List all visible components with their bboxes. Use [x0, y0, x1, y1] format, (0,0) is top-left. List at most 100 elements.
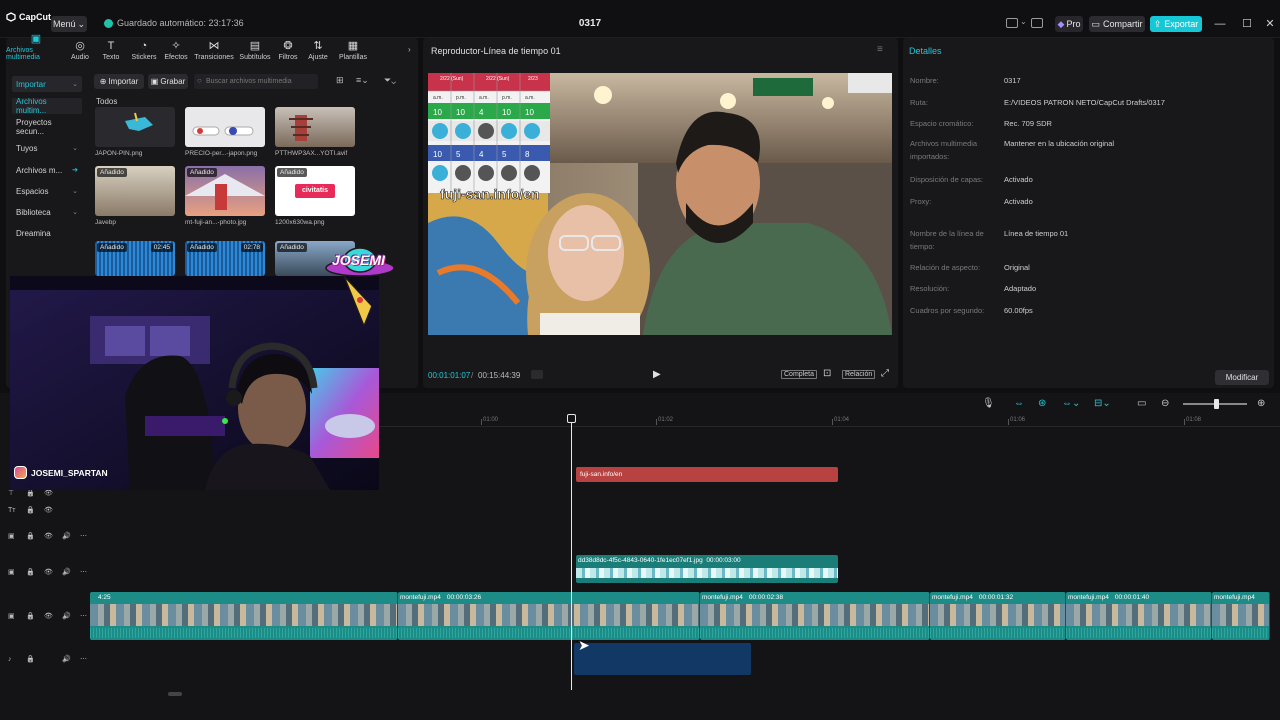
media-item[interactable]: Añadido 02:45 [95, 241, 175, 276]
full-quality-button[interactable]: Completa [781, 370, 817, 379]
lock-icon[interactable]: 🔒 [26, 506, 35, 514]
preview-axis-icon[interactable]: ⊟⌄ [1094, 398, 1111, 409]
video-clip[interactable]: montefuji.mp4 00:00:02:38 [700, 592, 930, 640]
lock-icon[interactable]: 🔒 [26, 655, 35, 663]
sort-icon[interactable]: ≡⌄ [356, 75, 369, 86]
zoom-in-icon[interactable]: ⊕ [1257, 398, 1265, 409]
tab-subtitles[interactable]: ▤ Subtítulos [236, 38, 274, 64]
track-type-icon[interactable]: ▣ [8, 568, 16, 576]
share-button[interactable]: ▭ Compartir [1089, 16, 1145, 32]
tab-effects[interactable]: ✧ Efectos [160, 38, 192, 64]
lock-icon[interactable]: 🔒 [26, 612, 35, 620]
tab-audio[interactable]: ◎ Audio [66, 38, 94, 64]
media-thumbnail[interactable] [185, 107, 265, 147]
menu-button[interactable]: Menú ⌄ [51, 16, 87, 32]
sidebar-item-4[interactable]: Archivos m... ➔ [12, 162, 82, 178]
media-thumbnail[interactable]: civitatis Añadido [275, 166, 355, 216]
lock-icon[interactable]: 🔒 [26, 532, 35, 540]
record-button[interactable]: ▣ Grabar [148, 74, 188, 89]
link-icon[interactable]: ⇔ [1014, 398, 1024, 409]
more-icon[interactable]: ⋯ [80, 655, 88, 663]
tab-transitions[interactable]: ⋈ Transiciones [192, 38, 236, 64]
tab-adjust[interactable]: ⇅ Ajuste [302, 38, 334, 64]
minimize-icon[interactable]: — [1214, 18, 1226, 30]
magnet-icon[interactable]: ⊛ [1038, 398, 1046, 409]
player-menu-icon[interactable]: ≡ [877, 44, 883, 55]
close-icon[interactable]: ✕ [1264, 18, 1276, 30]
media-thumbnail[interactable]: Añadido [95, 166, 175, 216]
track-type-icon[interactable]: ⊤ [8, 489, 16, 497]
sidebar-item-6[interactable]: Biblioteca ⌄ [12, 204, 82, 220]
media-thumbnail[interactable]: Añadido 02:78 [185, 241, 265, 276]
volume-icon[interactable]: 🔊 [62, 568, 71, 576]
more-icon[interactable]: ⋯ [80, 612, 88, 620]
media-item[interactable]: PRECIO-per...-japon.png [185, 107, 265, 157]
tab-templates[interactable]: ▦ Plantillas [334, 38, 372, 64]
sidebar-item-5[interactable]: Espacios ⌄ [12, 183, 82, 199]
video-clip[interactable]: montefuji.mp4 00:00:01:32 [930, 592, 1066, 640]
fullscreen-icon[interactable]: ⤢ [881, 368, 889, 379]
lock-icon[interactable]: 🔒 [26, 489, 35, 497]
more-icon[interactable]: ⋯ [80, 532, 88, 540]
maximize-icon[interactable]: ☐ [1241, 18, 1253, 30]
track-type-icon[interactable]: ♪ [8, 656, 16, 663]
filter-icon[interactable]: ⏷⌄ [384, 75, 396, 86]
export-button[interactable]: ⇪ Exportar [1150, 16, 1202, 32]
overlay-image-clip[interactable]: dd38d8dc-4f5c-4843-0640-1fe1ec07ef1.jpg … [576, 555, 838, 583]
media-item[interactable]: PTTHWP3AX...YOTI.avif [275, 107, 355, 157]
media-item[interactable]: JAPON-PIN.png [95, 107, 175, 157]
zoom-out-icon[interactable]: ⊖ [1161, 398, 1169, 409]
pro-button[interactable]: ◆ Pro [1055, 16, 1083, 32]
layout-icon[interactable] [1006, 18, 1018, 28]
media-thumbnail[interactable] [275, 107, 355, 147]
import-button[interactable]: ⊕ Importar [94, 74, 144, 89]
tabs-more-icon[interactable]: › [408, 45, 411, 54]
layout-chevron-icon[interactable]: ⌄ [1020, 17, 1027, 26]
shortcuts-icon[interactable] [1031, 18, 1043, 28]
sidebar-item-3[interactable]: Tuyos ⌄ [12, 140, 82, 156]
video-clip[interactable]: montefuji.mp4 00:00:01:40 [1066, 592, 1212, 640]
snap-icon[interactable]: ⇔⌄ [1062, 398, 1080, 409]
more-icon[interactable]: ⋯ [80, 568, 88, 576]
video-clip[interactable]: 4:25 [90, 592, 398, 640]
volume-icon[interactable]: 🔊 [62, 655, 71, 663]
sidebar-item-1[interactable]: Archivos multim... [12, 97, 82, 115]
track-type-icon[interactable]: ▣ [8, 532, 16, 540]
video-preview[interactable]: 2/22 (Sun) 2/22 (Sun) 2/23 a.m. p.m. a.m. p… [428, 73, 892, 335]
sidebar-item-0[interactable]: Importar ⌄ [12, 76, 82, 92]
eye-icon[interactable]: 👁 [44, 612, 53, 620]
track-type-icon[interactable]: ▣ [8, 612, 16, 620]
volume-icon[interactable]: 🔊 [62, 532, 71, 540]
media-thumbnail[interactable] [95, 107, 175, 147]
zoom-slider-handle[interactable] [1214, 399, 1219, 409]
volume-icon[interactable]: 🔊 [62, 612, 71, 620]
sidebar-item-2[interactable]: Proyectos secun... [12, 118, 82, 136]
ratio-button[interactable]: Relación [842, 370, 876, 379]
microphone-icon[interactable]: 🎙 [982, 398, 995, 409]
tab-text[interactable]: T Texto [94, 38, 128, 64]
grid-view-icon[interactable]: ⊞ [336, 75, 344, 86]
tab-media[interactable]: ▣ Archivos multimedia [6, 34, 66, 64]
lock-icon[interactable]: 🔒 [26, 568, 35, 576]
playhead-handle[interactable] [567, 414, 576, 423]
video-clip[interactable]: montefuji.mp4 00:00:03:26 [398, 592, 700, 640]
media-thumbnail[interactable]: Añadido 02:45 [95, 241, 175, 276]
tab-sticker[interactable]: ◔ Stickers [128, 38, 160, 64]
screen-icon[interactable]: ▭ [1137, 398, 1146, 409]
timecode-format-icon[interactable] [531, 370, 543, 379]
tab-filters[interactable]: ❂ Filtros [274, 38, 302, 64]
media-item[interactable]: Añadido mt-fuji-an...-photo.jpg [185, 166, 265, 226]
playhead-line[interactable] [571, 420, 572, 690]
play-icon[interactable]: ▶ [653, 369, 661, 380]
eye-icon[interactable]: 👁 [44, 568, 53, 576]
eye-icon[interactable]: 👁 [44, 506, 53, 514]
crop-icon[interactable]: ⊡ [823, 368, 831, 379]
audio-clip[interactable] [574, 643, 751, 675]
timeline-scrollbar[interactable] [168, 692, 182, 696]
media-search-input[interactable]: Buscar archivos multimedia [194, 74, 318, 89]
track-type-icon[interactable]: Tт [8, 507, 16, 514]
eye-icon[interactable]: 👁 [44, 532, 53, 540]
text-clip[interactable]: fuji-san.info/en [576, 467, 838, 482]
media-item[interactable]: Añadido Javebp [95, 166, 175, 226]
media-thumbnail[interactable]: Añadido [185, 166, 265, 216]
